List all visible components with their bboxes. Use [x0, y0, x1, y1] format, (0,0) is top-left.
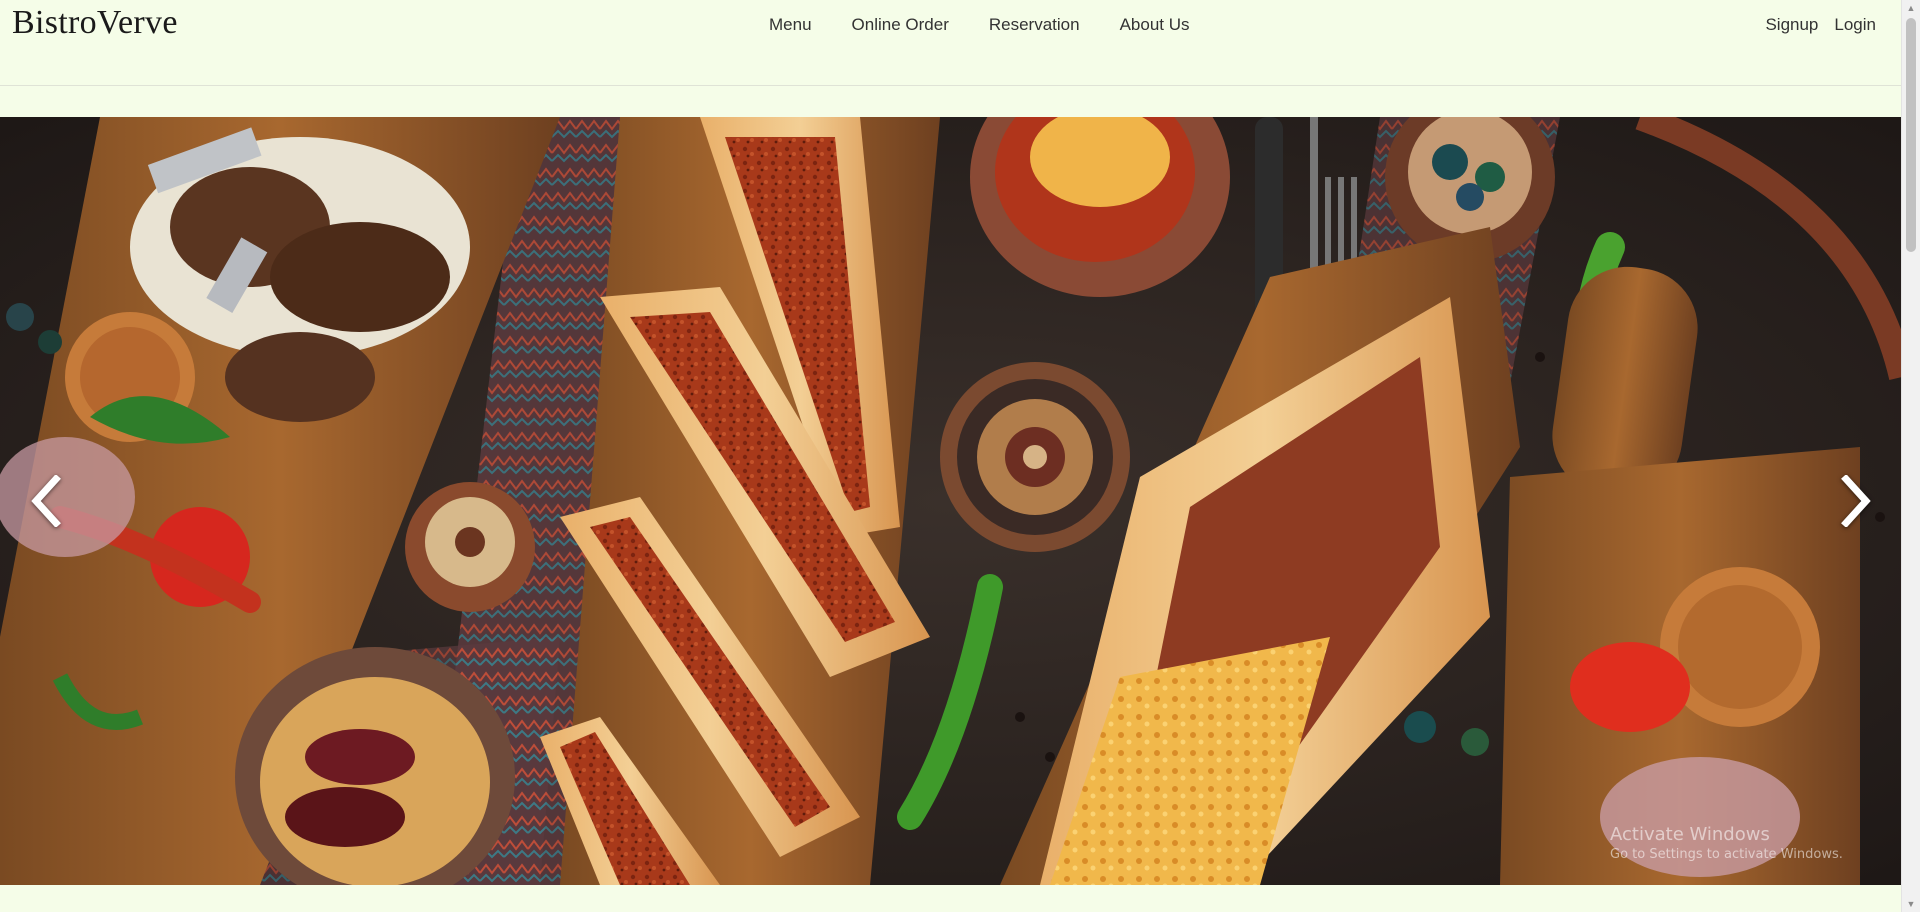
page-scrollbar[interactable]: ▲ ▼	[1901, 0, 1920, 912]
nav-item-online-order[interactable]: Online Order	[832, 15, 969, 35]
watermark-title: Activate Windows	[1610, 824, 1770, 845]
scroll-down-arrow-icon[interactable]: ▼	[1902, 896, 1920, 912]
nav-item-reservation[interactable]: Reservation	[969, 15, 1100, 35]
carousel-prev-button[interactable]	[0, 117, 140, 885]
page: BistroVerve Menu Online Order Reservatio…	[0, 0, 1920, 912]
login-link[interactable]: Login	[1834, 15, 1876, 35]
brand-logo[interactable]: BistroVerve	[12, 4, 178, 42]
main-nav: Menu Online Order Reservation About Us	[753, 15, 1210, 35]
carousel-next-button[interactable]	[1762, 117, 1902, 885]
watermark-subtitle: Go to Settings to activate Windows.	[1610, 847, 1843, 862]
navbar: BistroVerve Menu Online Order Reservatio…	[0, 0, 1902, 86]
scroll-up-arrow-icon[interactable]: ▲	[1902, 0, 1920, 16]
scroll-thumb[interactable]	[1906, 18, 1916, 252]
chevron-left-icon	[31, 475, 61, 527]
chevron-right-icon	[1841, 475, 1871, 527]
activate-windows-watermark: Activate Windows Go to Settings to activ…	[1610, 824, 1843, 862]
nav-item-about-us[interactable]: About Us	[1100, 15, 1210, 35]
nav-item-menu[interactable]: Menu	[753, 15, 832, 35]
auth-links: Signup Login	[1765, 15, 1876, 35]
hero-food-image	[0, 117, 1902, 885]
hero-carousel: Activate Windows Go to Settings to activ…	[0, 117, 1902, 885]
signup-link[interactable]: Signup	[1765, 15, 1818, 35]
